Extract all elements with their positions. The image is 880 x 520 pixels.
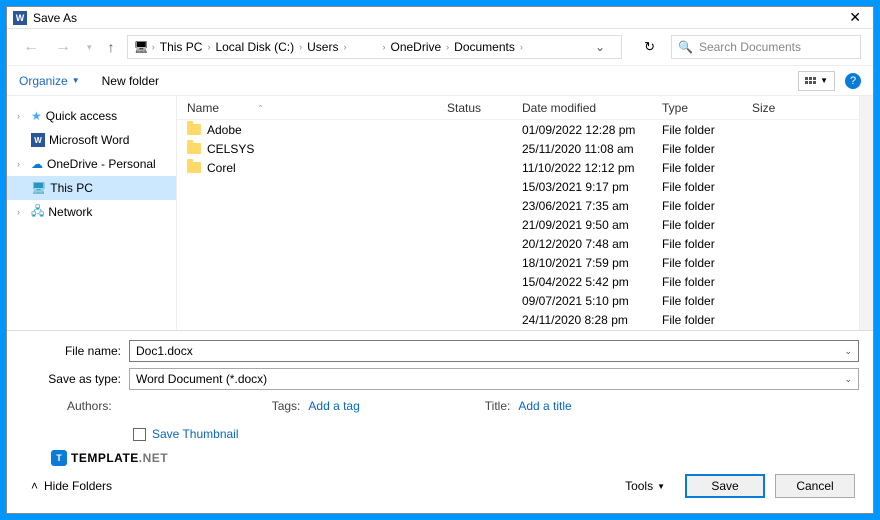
col-type[interactable]: Type [662, 101, 752, 115]
breadcrumb-seg[interactable]: Documents [452, 40, 517, 54]
title-label: Title: [485, 399, 511, 413]
savetype-label: Save as type: [21, 372, 129, 386]
table-row[interactable]: 09/07/2021 5:10 pmFile folder [177, 291, 859, 310]
table-row[interactable]: 21/09/2021 9:50 amFile folder [177, 215, 859, 234]
table-row[interactable]: 15/04/2022 5:42 pmFile folder [177, 272, 859, 291]
chevron-down-icon[interactable]: ⌄ [844, 346, 852, 357]
table-row[interactable]: CELSYS25/11/2020 11:08 amFile folder [177, 139, 859, 158]
save-button[interactable]: Save [685, 474, 765, 498]
word-icon: W [31, 133, 45, 147]
col-name[interactable]: Nameˆ [187, 101, 447, 115]
folder-icon [187, 162, 201, 173]
sidebar: ›★Quick access WMicrosoft Word ›☁OneDriv… [7, 96, 177, 330]
pc-icon: 🖥 [31, 181, 46, 195]
col-status[interactable]: Status [447, 101, 522, 115]
breadcrumb[interactable]: 🖥› This PC› Local Disk (C:)› Users› › On… [127, 35, 623, 59]
col-date-modified[interactable]: Date modified [522, 101, 662, 115]
save-thumbnail-label[interactable]: Save Thumbnail [152, 427, 239, 441]
view-grid-icon [805, 77, 816, 84]
table-row[interactable]: 20/12/2020 7:48 amFile folder [177, 234, 859, 253]
back-icon[interactable]: ← [19, 38, 43, 56]
hide-folders-button[interactable]: ˄Hide Folders [31, 479, 112, 493]
authors-label: Authors: [67, 399, 112, 413]
file-list: Nameˆ Status Date modified Type Size Ado… [177, 96, 859, 330]
tools-menu[interactable]: Tools▼ [625, 479, 665, 493]
search-placeholder: Search Documents [699, 40, 801, 54]
brand-watermark: T TEMPLATE.NET [21, 447, 859, 469]
view-options-button[interactable]: ▼ [798, 71, 835, 91]
tags-label: Tags: [272, 399, 301, 413]
up-icon[interactable]: ↑ [104, 39, 119, 55]
table-row[interactable]: 18/10/2021 7:59 pmFile folder [177, 253, 859, 272]
table-row[interactable]: 24/11/2020 8:28 pmFile folder [177, 310, 859, 329]
organize-menu[interactable]: Organize▼ [19, 74, 80, 88]
titlebar: W Save As ✕ [7, 7, 873, 29]
sort-asc-icon: ˆ [259, 104, 262, 114]
add-title-link[interactable]: Add a title [518, 399, 571, 413]
filename-label: File name: [21, 344, 129, 358]
file-rows: Adobe01/09/2022 12:28 pmFile folderCELSY… [177, 120, 859, 330]
breadcrumb-seg[interactable]: OneDrive [388, 40, 443, 54]
add-tag-link[interactable]: Add a tag [308, 399, 359, 413]
folder-icon [187, 124, 201, 135]
thumbnail-row: Save Thumbnail [21, 423, 859, 445]
breadcrumb-seg[interactable]: Users [305, 40, 340, 54]
button-row: ˄Hide Folders Tools▼ Save Cancel [21, 469, 859, 503]
star-icon: ★ [31, 109, 42, 123]
sidebar-item-quick-access[interactable]: ›★Quick access [7, 104, 176, 128]
close-icon[interactable]: ✕ [843, 9, 867, 26]
word-app-icon: W [13, 11, 27, 25]
folder-icon [187, 143, 201, 154]
main-area: ›★Quick access WMicrosoft Word ›☁OneDriv… [7, 95, 873, 330]
refresh-icon[interactable]: ↻ [636, 39, 663, 55]
search-input[interactable]: 🔍 Search Documents [671, 35, 861, 59]
sidebar-item-word[interactable]: WMicrosoft Word [7, 128, 176, 152]
network-icon: 🖧 [31, 202, 44, 223]
table-row[interactable]: Corel11/10/2022 12:12 pmFile folder [177, 158, 859, 177]
cancel-button[interactable]: Cancel [775, 474, 855, 498]
breadcrumb-seg[interactable]: Local Disk (C:) [213, 40, 296, 54]
bottom-panel: File name: Doc1.docx⌄ Save as type: Word… [7, 330, 873, 513]
toolbar: Organize▼ New folder ▼ ? [7, 65, 873, 95]
recent-dropdown-icon[interactable]: ▾ [83, 42, 96, 53]
brand-icon: T [51, 450, 67, 466]
column-headers: Nameˆ Status Date modified Type Size [177, 96, 859, 120]
new-folder-button[interactable]: New folder [102, 74, 159, 88]
help-icon[interactable]: ? [845, 73, 861, 89]
forward-icon[interactable]: → [51, 38, 75, 56]
chevron-down-icon: ▼ [820, 76, 828, 85]
savetype-select[interactable]: Word Document (*.docx)⌄ [129, 368, 859, 390]
sidebar-item-onedrive[interactable]: ›☁OneDrive - Personal [7, 152, 176, 176]
pc-icon: 🖥 [134, 40, 149, 54]
scrollbar[interactable] [859, 96, 873, 330]
nav-bar: ← → ▾ ↑ 🖥› This PC› Local Disk (C:)› Use… [7, 29, 873, 65]
dialog-title: Save As [33, 11, 843, 25]
chevron-down-icon: ▼ [657, 482, 665, 491]
sidebar-item-network[interactable]: ›🖧Network [7, 200, 176, 224]
table-row[interactable]: 23/06/2021 7:35 amFile folder [177, 196, 859, 215]
chevron-down-icon: ▼ [72, 76, 80, 85]
col-size[interactable]: Size [752, 101, 812, 115]
filename-input[interactable]: Doc1.docx⌄ [129, 340, 859, 362]
save-thumbnail-checkbox[interactable] [133, 428, 146, 441]
chevron-down-icon[interactable]: ⌄ [844, 374, 852, 385]
sidebar-item-this-pc[interactable]: 🖥This PC [7, 176, 176, 200]
breadcrumb-dropdown-icon[interactable]: ⌄ [585, 40, 615, 54]
table-row[interactable]: Adobe01/09/2022 12:28 pmFile folder [177, 120, 859, 139]
search-icon: 🔍 [678, 40, 693, 54]
save-as-dialog: W Save As ✕ ← → ▾ ↑ 🖥› This PC› Local Di… [6, 6, 874, 514]
breadcrumb-seg[interactable]: This PC [158, 40, 205, 54]
meta-row: Authors: Tags: Add a tag Title: Add a ti… [21, 395, 859, 417]
table-row[interactable]: 15/03/2021 9:17 pmFile folder [177, 177, 859, 196]
cloud-icon: ☁ [31, 157, 43, 171]
chevron-up-icon: ˄ [31, 479, 38, 493]
